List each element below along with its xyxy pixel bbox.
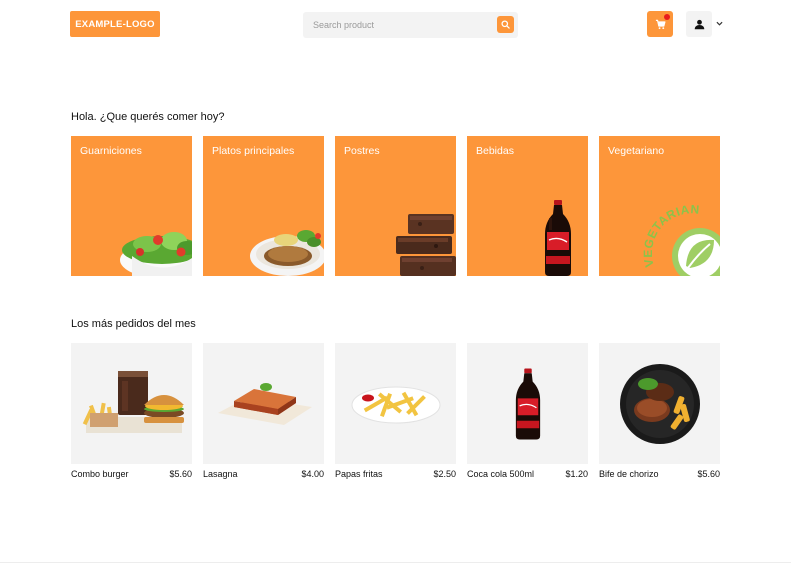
search-bar: [303, 12, 518, 38]
category-card-postres[interactable]: Postres: [335, 136, 456, 276]
cart-button[interactable]: [647, 11, 673, 37]
brownie-stack-icon: [396, 214, 456, 276]
steak-plate-icon: [619, 363, 700, 444]
product-price: $5.60: [697, 469, 720, 479]
category-label: Guarniciones: [80, 145, 142, 157]
product-card[interactable]: Lasagna $4.00: [203, 343, 324, 479]
search-icon: [501, 20, 510, 29]
product-image: [203, 343, 324, 464]
cart-icon: [655, 19, 665, 29]
product-price: $5.60: [169, 469, 192, 479]
fries-plate-icon: [351, 386, 440, 423]
category-card-platos-principales[interactable]: Platos principales: [203, 136, 324, 276]
cart-badge: [664, 14, 670, 20]
product-price: $2.50: [433, 469, 456, 479]
product-name: Coca cola 500ml: [467, 469, 535, 479]
product-card[interactable]: Bife de chorizo $5.60: [599, 343, 720, 479]
product-card[interactable]: Combo burger $5.60: [71, 343, 192, 479]
product-name: Lasagna: [203, 469, 238, 479]
user-menu-button[interactable]: [686, 11, 712, 37]
popular-heading: Los más pedidos del mes: [71, 318, 196, 330]
category-card-bebidas[interactable]: Bebidas: [467, 136, 588, 276]
product-image: [71, 343, 192, 464]
logo[interactable]: EXAMPLE-LOGO: [70, 11, 160, 37]
category-label: Postres: [344, 145, 380, 157]
product-name: Papas fritas: [335, 469, 383, 479]
product-price: $1.20: [565, 469, 588, 479]
product-image: [599, 343, 720, 464]
category-list: Guarniciones Platos principales Postres …: [71, 136, 720, 276]
lasagna-plate-icon: [217, 382, 312, 425]
category-label: Vegetariano: [608, 145, 665, 157]
burger-combo-icon: [82, 370, 184, 433]
salad-bowl-icon: [120, 232, 192, 276]
cola-bottle-icon: [515, 368, 540, 439]
chevron-down-icon[interactable]: [715, 19, 723, 27]
search-button[interactable]: [497, 16, 514, 33]
product-name: Combo burger: [71, 469, 129, 479]
search-input[interactable]: [303, 12, 488, 38]
category-card-guarniciones[interactable]: Guarniciones: [71, 136, 192, 276]
product-name: Bife de chorizo: [599, 469, 659, 479]
meat-plate-icon: [250, 230, 324, 276]
product-card[interactable]: Coca cola 500ml $1.20: [467, 343, 588, 479]
category-label: Bebidas: [476, 145, 514, 157]
vegetarian-seal-icon: VEGETARIAN: [641, 202, 720, 276]
user-icon: [694, 19, 704, 29]
categories-heading: Hola. ¿Que querés comer hoy?: [71, 111, 225, 123]
category-card-vegetariano[interactable]: Vegetariano VEGETARIAN: [599, 136, 720, 276]
product-list: Combo burger $5.60 Lasagna $4.00 Papas f…: [71, 343, 720, 479]
category-label: Platos principales: [212, 145, 295, 157]
product-price: $4.00: [301, 469, 324, 479]
cola-bottle-icon: [545, 200, 571, 276]
product-card[interactable]: Papas fritas $2.50: [335, 343, 456, 479]
product-image: [335, 343, 456, 464]
product-image: [467, 343, 588, 464]
